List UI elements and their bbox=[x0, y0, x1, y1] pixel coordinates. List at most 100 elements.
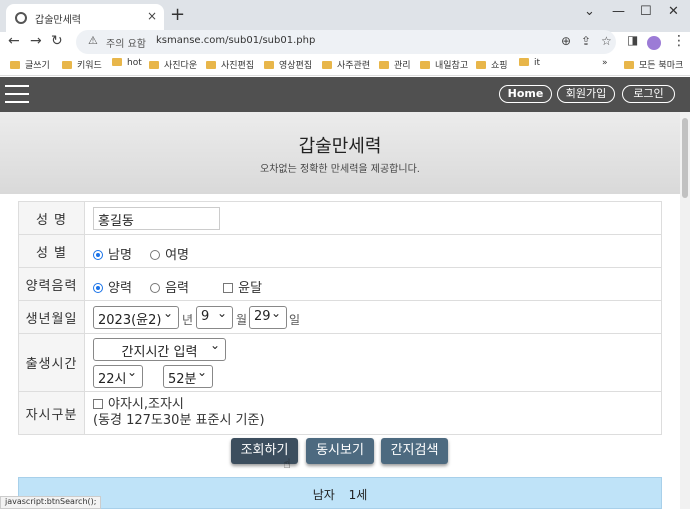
jasi-options: 야자시,조자시 (동경 127도30분 표준시 기준) bbox=[93, 397, 265, 429]
solar-radio[interactable]: 양력 bbox=[93, 281, 132, 296]
lunar-radio[interactable]: 음력 bbox=[150, 281, 189, 296]
time-mode-select[interactable]: 간지시간 입력 bbox=[93, 338, 226, 361]
zoom-icon[interactable]: ⊕ bbox=[561, 34, 571, 48]
globe-icon bbox=[15, 12, 27, 24]
folder-icon bbox=[149, 61, 159, 69]
all-bookmarks[interactable]: 모든 북마크 bbox=[624, 58, 683, 71]
folder-icon bbox=[62, 61, 72, 69]
share-icon[interactable]: ⇪ bbox=[581, 34, 591, 48]
ganji-button[interactable]: 간지검색 bbox=[381, 438, 448, 464]
calendar-options: 양력 음력 윤달 bbox=[93, 277, 262, 296]
leap-checkbox[interactable]: 윤달 bbox=[223, 281, 262, 296]
minimize-icon[interactable]: — bbox=[612, 4, 625, 19]
close-window-icon[interactable]: ✕ bbox=[668, 4, 679, 19]
birthdate-label: 생년월일 bbox=[19, 301, 85, 333]
avatar[interactable] bbox=[647, 36, 661, 50]
star-icon[interactable]: ☆ bbox=[601, 34, 612, 48]
name-row: 성 명 홍길동 bbox=[19, 202, 661, 235]
day-unit: 일 bbox=[289, 313, 301, 327]
name-input[interactable]: 홍길동 bbox=[93, 207, 220, 230]
folder-icon bbox=[264, 61, 274, 69]
birthtime-label: 출생시간 bbox=[19, 334, 85, 391]
sidebar-icon[interactable]: ◨ bbox=[627, 33, 638, 47]
bookmark-item[interactable]: 영상편집 bbox=[264, 58, 312, 71]
folder-icon bbox=[379, 61, 389, 69]
bookmark-item[interactable]: 사진편집 bbox=[206, 58, 254, 71]
hamburger-menu-icon[interactable] bbox=[5, 85, 29, 103]
hour-select[interactable]: 22시 bbox=[93, 365, 143, 388]
minute-select[interactable]: 52분 bbox=[163, 365, 213, 388]
folder-icon bbox=[206, 61, 216, 69]
bookmark-item[interactable]: 사진다운 bbox=[149, 58, 197, 71]
bookmark-item[interactable]: 글쓰기 bbox=[10, 58, 50, 71]
bookmark-item[interactable]: it bbox=[519, 58, 540, 68]
menu-icon[interactable]: ⋮ bbox=[672, 33, 686, 49]
name-label: 성 명 bbox=[19, 202, 85, 234]
cursor-icon: ☝ bbox=[283, 457, 291, 472]
bookmark-item[interactable]: hot bbox=[112, 58, 142, 68]
scrollbar[interactable] bbox=[680, 112, 690, 509]
year-select[interactable]: 2023(윤2) bbox=[93, 306, 179, 329]
browser-tab-bar: 갑술만세력 × + ⌄ — ☐ ✕ bbox=[0, 0, 690, 32]
home-button[interactable]: Home bbox=[499, 85, 552, 103]
site-header: Home 회원가입 로그인 bbox=[0, 77, 690, 112]
year-unit: 년 bbox=[182, 313, 194, 327]
back-icon[interactable]: ← bbox=[8, 33, 20, 49]
folder-icon bbox=[112, 58, 122, 66]
tab-title: 갑술만세력 bbox=[35, 15, 81, 26]
month-unit: 월 bbox=[236, 313, 248, 327]
new-tab-button[interactable]: + bbox=[170, 4, 185, 25]
jasi-label: 자시구분 bbox=[19, 392, 85, 434]
url-field[interactable]: ⚠ 주의 요함 ksmanse.com/sub01/sub01.php ⊕ ⇪ … bbox=[76, 30, 616, 54]
page-subtitle: 오차없는 정확한 만세력을 제공합니다. bbox=[260, 164, 420, 175]
birthtime-row: 출생시간 간지시간 입력 22시 52분 bbox=[19, 334, 661, 392]
result-gender: 남자 bbox=[312, 488, 335, 502]
day-select[interactable]: 29 bbox=[249, 306, 287, 329]
bookmarks-bar: 글쓰기 키워드 hot 사진다운 사진편집 영상편집 사주관련 관리 내일참고 … bbox=[0, 54, 690, 76]
reload-icon[interactable]: ↻ bbox=[51, 33, 63, 49]
result-age: 1세 bbox=[348, 488, 368, 502]
folder-icon bbox=[10, 61, 20, 69]
gender-options: 남명 여명 bbox=[93, 244, 189, 263]
manse-form: 성 명 홍길동 성 별 남명 여명 양력음력 양력 음력 윤달 생년월일 202… bbox=[18, 201, 662, 435]
security-label: 주의 요함 bbox=[106, 39, 146, 50]
bookmark-item[interactable]: 내일참고 bbox=[420, 58, 468, 71]
close-tab-icon[interactable]: × bbox=[147, 9, 157, 23]
female-radio[interactable]: 여명 bbox=[150, 248, 189, 263]
calendar-row: 양력음력 양력 음력 윤달 bbox=[19, 268, 661, 301]
dongsi-button[interactable]: 동시보기 bbox=[306, 438, 374, 464]
folder-icon bbox=[519, 58, 529, 66]
result-panel: 남자 1세 bbox=[18, 477, 662, 509]
calendar-label: 양력음력 bbox=[19, 268, 85, 300]
bookmark-item[interactable]: 키워드 bbox=[62, 58, 102, 71]
status-bar: javascript:btnSearch(); bbox=[0, 496, 102, 509]
page-banner: 갑술만세력 오차없는 정확한 만세력을 제공합니다. bbox=[0, 112, 680, 194]
jasi-row: 자시구분 야자시,조자시 (동경 127도30분 표준시 기준) bbox=[19, 392, 661, 434]
maximize-icon[interactable]: ☐ bbox=[640, 4, 652, 19]
forward-icon[interactable]: → bbox=[30, 33, 42, 49]
folder-icon bbox=[420, 61, 430, 69]
url-text[interactable]: ksmanse.com/sub01/sub01.php bbox=[156, 35, 315, 46]
warning-icon[interactable]: ⚠ bbox=[88, 34, 98, 47]
folder-icon bbox=[476, 61, 486, 69]
bookmark-item[interactable]: 사주관련 bbox=[322, 58, 370, 71]
bookmarks-more[interactable]: » bbox=[602, 58, 608, 68]
address-bar: ← → ↻ ⚠ 주의 요함 ksmanse.com/sub01/sub01.ph… bbox=[0, 30, 690, 54]
chevron-down-icon[interactable]: ⌄ bbox=[584, 4, 595, 19]
bookmark-item[interactable]: 쇼핑 bbox=[476, 58, 508, 71]
browser-tab[interactable]: 갑술만세력 × bbox=[6, 4, 164, 32]
login-button[interactable]: 로그인 bbox=[622, 85, 675, 103]
month-select[interactable]: 9 bbox=[196, 306, 233, 329]
jasi-checkbox[interactable]: 야자시,조자시 bbox=[93, 397, 265, 413]
gender-label: 성 별 bbox=[19, 235, 85, 267]
folder-icon bbox=[322, 61, 332, 69]
jasi-note: (동경 127도30분 표준시 기준) bbox=[93, 413, 265, 428]
signup-button[interactable]: 회원가입 bbox=[557, 85, 615, 103]
folder-icon bbox=[624, 61, 634, 69]
bookmark-item[interactable]: 관리 bbox=[379, 58, 411, 71]
scrollbar-thumb[interactable] bbox=[682, 118, 688, 198]
page-title: 갑술만세력 bbox=[298, 136, 382, 157]
male-radio[interactable]: 남명 bbox=[93, 248, 132, 263]
gender-row: 성 별 남명 여명 bbox=[19, 235, 661, 268]
birthdate-row: 생년월일 2023(윤2) 년 9 월 29 일 bbox=[19, 301, 661, 334]
